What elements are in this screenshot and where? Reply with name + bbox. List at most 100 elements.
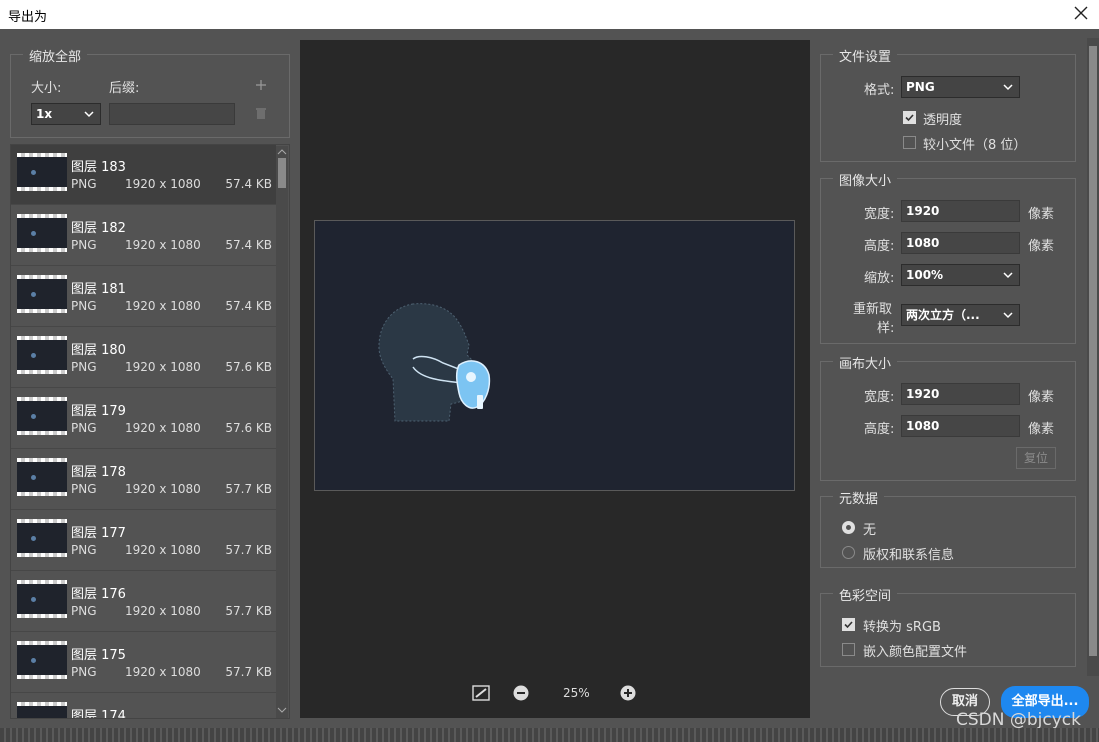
transparency-strip [17,519,67,523]
layer-name: 图层 183 [71,160,126,175]
layer-list-item[interactable]: 图层 177 PNG 1920 x 1080 57.7 KB [11,511,276,571]
metadata-copyright-label: 版权和联系信息 [863,548,955,563]
layer-dimensions: 1920 x 1080 [125,604,201,618]
scale-select-value: 1x [36,107,53,121]
layer-format: PNG [71,543,97,557]
layer-format: PNG [71,482,97,496]
thumbnail-figure [31,536,36,541]
layer-list-item[interactable]: 图层 175 PNG 1920 x 1080 57.7 KB [11,633,276,693]
format-select[interactable]: PNG [901,76,1020,98]
image-scale-select[interactable]: 100% [901,264,1020,286]
layer-dimensions: 1920 x 1080 [125,421,201,435]
image-size-title: 图像大小 [833,170,898,189]
thumbnail-figure [31,658,36,663]
scrollbar-thumb[interactable] [278,158,286,188]
title-bar: 导出为 [0,0,1099,29]
layer-list-item[interactable]: 图层 174 [11,694,276,718]
layer-file-size: 57.7 KB [225,604,272,618]
layer-list-item[interactable]: 图层 182 PNG 1920 x 1080 57.4 KB [11,206,276,266]
scroll-down-icon[interactable] [277,706,287,714]
transparency-checkbox[interactable] [903,111,916,124]
trash-icon[interactable] [255,107,267,120]
transparency-strip [17,614,67,618]
layer-list-item[interactable]: 图层 176 PNG 1920 x 1080 57.7 KB [11,572,276,632]
canvas-size-title: 画布大小 [833,353,898,372]
resample-value: 两次立方（... [906,308,980,322]
layer-format: PNG [71,238,97,252]
layer-name: 图层 179 [71,404,126,419]
layer-list-item[interactable]: 图层 179 PNG 1920 x 1080 57.6 KB [11,389,276,449]
color-space-title: 色彩空间 [833,585,898,604]
layer-thumbnail [17,153,67,191]
layer-file-size: 57.4 KB [225,238,272,252]
scale-select[interactable]: 1x [31,103,101,125]
thumbnail-figure [31,414,36,419]
preview-area[interactable] [300,40,810,718]
scroll-up-icon[interactable] [277,148,287,156]
reset-button[interactable]: 复位 [1016,447,1056,469]
transparency-strip [17,431,67,435]
layer-name: 图层 180 [71,343,126,358]
image-width-input[interactable]: 1920 [901,200,1020,222]
size-label: 大小: [31,81,62,96]
metadata-none-label: 无 [863,523,877,538]
layer-list-item[interactable]: 图层 181 PNG 1920 x 1080 57.4 KB [11,267,276,327]
transparency-strip [17,275,67,279]
color-space-group: 色彩空间 转换为 sRGB 嵌入颜色配置文件 [820,585,1076,667]
transparency-label: 透明度 [923,113,963,128]
suffix-label: 后缀: [109,81,140,96]
image-scale-value: 100% [906,268,944,282]
layer-thumbnail [17,275,67,313]
layer-file-size: 57.6 KB [225,360,272,374]
embed-profile-checkbox[interactable] [842,643,855,656]
transparency-strip [17,580,67,584]
add-icon[interactable] [255,79,267,91]
layer-file-size: 57.6 KB [225,421,272,435]
zoom-out-icon[interactable] [513,685,529,701]
layer-format: PNG [71,421,97,435]
resample-select[interactable]: 两次立方（... [901,304,1020,326]
metadata-none-radio[interactable] [842,521,855,534]
thumbnail-figure [31,231,36,236]
transparency-strip [17,309,67,313]
settings-scrollbar[interactable] [1087,38,1099,676]
layer-dimensions: 1920 x 1080 [125,238,201,252]
smaller-file-checkbox[interactable] [903,136,916,149]
layer-thumbnail [17,702,67,718]
metadata-title: 元数据 [833,488,885,507]
metadata-copyright-radio[interactable] [842,546,855,559]
convert-srgb-checkbox[interactable] [842,618,855,631]
image-size-group: 图像大小 宽度: 1920 像素 高度: 1080 像素 缩放: 100% 重新… [820,170,1076,344]
image-width-unit: 像素 [1028,207,1055,222]
settings-scrollbar-thumb[interactable] [1089,46,1097,656]
fit-view-icon[interactable] [472,685,490,701]
layer-list-item[interactable]: 图层 180 PNG 1920 x 1080 57.6 KB [11,328,276,388]
scale-all-title: 缩放全部 [23,46,88,65]
transparency-strip [17,397,67,401]
suffix-input[interactable] [109,103,235,125]
layer-format: PNG [71,665,97,679]
window-title: 导出为 [8,10,48,25]
zoom-level: 25% [563,686,590,700]
check-icon [905,114,914,122]
layer-file-size: 57.4 KB [225,299,272,313]
canvas-height-input[interactable]: 1080 [901,415,1020,437]
canvas-width-input[interactable]: 1920 [901,383,1020,405]
transparency-strip [17,675,67,679]
canvas-width-label: 宽度: [864,390,895,405]
image-height-input[interactable]: 1080 [901,232,1020,254]
transparency-strip [17,702,67,706]
chevron-down-icon [84,111,94,118]
layer-list-item[interactable]: 图层 183 PNG 1920 x 1080 57.4 KB [11,145,276,205]
layer-list-item[interactable]: 图层 178 PNG 1920 x 1080 57.7 KB [11,450,276,510]
thumbnail-figure [31,292,36,297]
transparency-strip [17,370,67,374]
layer-list-scrollbar[interactable] [276,146,288,718]
layer-list[interactable]: 图层 183 PNG 1920 x 1080 57.4 KB 图层 182 PNG 1920… [10,144,290,719]
format-label: 格式: [864,83,895,98]
close-icon[interactable] [1071,3,1091,23]
transparency-strip [17,248,67,252]
layer-thumbnail [17,214,67,252]
zoom-in-icon[interactable] [620,685,636,701]
layer-dimensions: 1920 x 1080 [125,177,201,191]
